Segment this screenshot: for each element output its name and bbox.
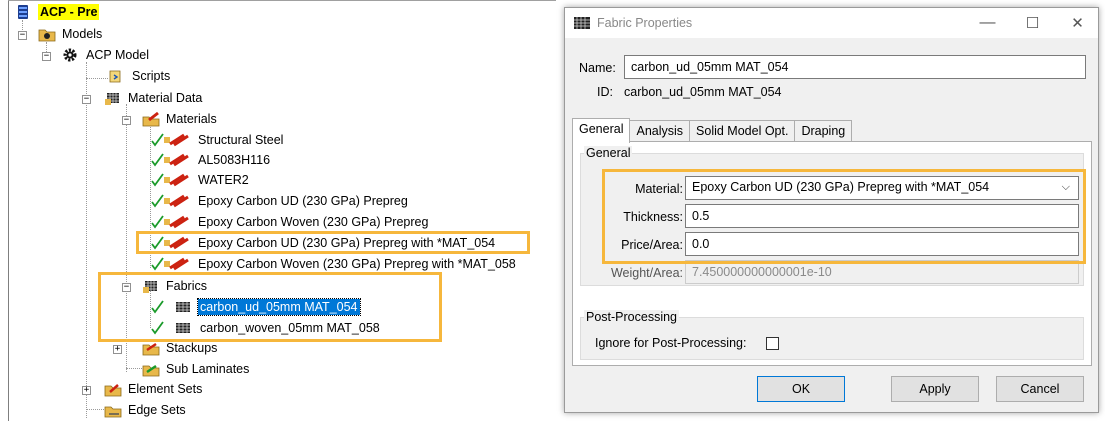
tree-item-scripts[interactable]: Scripts: [108, 66, 172, 86]
fabric-stack-icon: [104, 90, 122, 106]
material-check-icon: [150, 193, 192, 209]
tree-label: Edge Sets: [128, 403, 186, 417]
highlight-box-material: [136, 231, 530, 254]
collapse-toggle-icon[interactable]: −: [42, 52, 51, 61]
gear-icon: [62, 47, 80, 63]
stackups-folder-icon: [142, 340, 160, 356]
tree-line: [86, 62, 87, 418]
tree-label: Scripts: [132, 69, 171, 83]
fabric-properties-dialog: Fabric Properties — ☐ ✕ Name: ID: carbon…: [564, 7, 1099, 413]
close-button[interactable]: ✕: [1055, 8, 1100, 38]
name-label: Name:: [579, 61, 616, 75]
id-label: ID:: [597, 85, 613, 99]
tree-item-models[interactable]: Models: [38, 24, 104, 44]
tree-label: Stackups: [166, 341, 218, 355]
collapse-toggle-icon[interactable]: −: [122, 116, 131, 125]
weight-area-label: Weight/Area:: [610, 266, 683, 280]
tab-analysis[interactable]: Analysis: [629, 120, 691, 142]
material-check-icon: [150, 214, 192, 230]
tab-draping[interactable]: Draping: [794, 120, 853, 142]
tree-label: Materials: [166, 112, 217, 126]
expand-toggle-icon[interactable]: +: [82, 386, 91, 395]
tree-label: Element Sets: [128, 382, 203, 396]
tab-solid-model-opt[interactable]: Solid Model Opt.: [689, 120, 796, 142]
expand-toggle-icon[interactable]: +: [113, 345, 122, 354]
fabric-icon: [573, 16, 591, 33]
material-check-icon: [150, 132, 192, 148]
element-sets-folder-icon: [104, 381, 122, 397]
tree-item-material[interactable]: AL5083H116: [150, 150, 272, 170]
tree-label: ACP - Pre: [38, 4, 100, 20]
minimize-button[interactable]: —: [965, 8, 1010, 38]
tree-label: Sub Laminates: [166, 362, 250, 376]
title-bar[interactable]: Fabric Properties — ☐ ✕: [565, 8, 1098, 38]
material-check-icon: [150, 152, 192, 168]
tree-item-materials[interactable]: Materials: [142, 109, 219, 129]
tree-item-material[interactable]: Epoxy Carbon UD (230 GPa) Prepreg: [150, 191, 410, 211]
tree-item-material-data[interactable]: Material Data: [104, 88, 204, 108]
tree-label: Material Data: [128, 91, 203, 105]
tree-label: Structural Steel: [198, 133, 284, 147]
tree-item-root[interactable]: ACP - Pre: [16, 2, 100, 22]
tree-label: WATER2: [198, 173, 249, 187]
tree-label: Epoxy Carbon UD (230 GPa) Prepreg: [198, 194, 408, 208]
general-tab-panel: General Material: Epoxy Carbon UD (230 G…: [572, 141, 1092, 366]
tree-label: Epoxy Carbon Woven (230 GPa) Prepreg: [198, 215, 429, 229]
tree-item-edge-sets[interactable]: Edge Sets: [104, 400, 188, 420]
material-check-icon: [150, 256, 192, 272]
dialog-title: Fabric Properties: [597, 16, 693, 30]
ignore-post-processing-checkbox[interactable]: [766, 337, 779, 350]
tree-item-material[interactable]: Epoxy Carbon Woven (230 GPa) Prepreg wit…: [150, 254, 518, 274]
post-processing-group-label: Post-Processing: [584, 310, 680, 324]
tree-label: ACP Model: [86, 48, 149, 62]
tree-item-material[interactable]: Epoxy Carbon Woven (230 GPa) Prepreg: [150, 212, 430, 232]
tree-item-material[interactable]: WATER2: [150, 170, 251, 190]
apply-button[interactable]: Apply: [891, 376, 979, 402]
collapse-toggle-icon[interactable]: −: [18, 31, 27, 40]
tree-frame-top: [8, 0, 556, 1]
tree-label: AL5083H116: [198, 153, 271, 167]
id-value: carbon_ud_05mm MAT_054: [624, 85, 782, 99]
general-group-label: General: [584, 146, 633, 160]
tree-item-acp-model[interactable]: ACP Model: [62, 45, 151, 65]
tab-strip: General Analysis Solid Model Opt. Drapin…: [572, 118, 853, 143]
material-check-icon: [150, 172, 192, 188]
model-tree: ACP - Pre − Models − ACP Model Scripts −…: [0, 0, 560, 421]
tree-label: Epoxy Carbon Woven (230 GPa) Prepreg wit…: [198, 257, 516, 271]
materials-folder-icon: [142, 111, 160, 127]
sub-laminates-folder-icon: [142, 361, 160, 377]
highlight-box-fields: [602, 169, 1086, 264]
database-icon: [16, 4, 34, 20]
models-folder-icon: [38, 26, 56, 42]
name-field[interactable]: [624, 55, 1086, 79]
highlight-box-fabrics: [98, 272, 442, 342]
tree-item-sub-laminates[interactable]: Sub Laminates: [142, 359, 251, 379]
collapse-toggle-icon[interactable]: −: [82, 95, 91, 104]
cancel-button[interactable]: Cancel: [996, 376, 1084, 402]
tree-item-element-sets[interactable]: Element Sets: [104, 379, 204, 399]
tree-label: Models: [62, 27, 103, 41]
tab-general[interactable]: General: [572, 118, 631, 143]
button-bar: OK Apply Cancel: [565, 368, 1098, 412]
script-icon: [108, 68, 126, 84]
tree-frame-left: [8, 0, 9, 421]
tree-item-material[interactable]: Structural Steel: [150, 130, 285, 150]
maximize-button[interactable]: ☐: [1010, 8, 1055, 38]
tree-line: [86, 78, 108, 79]
ok-button[interactable]: OK: [757, 376, 845, 402]
edge-sets-folder-icon: [104, 402, 122, 418]
ignore-post-processing-label: Ignore for Post-Processing:: [595, 336, 747, 350]
